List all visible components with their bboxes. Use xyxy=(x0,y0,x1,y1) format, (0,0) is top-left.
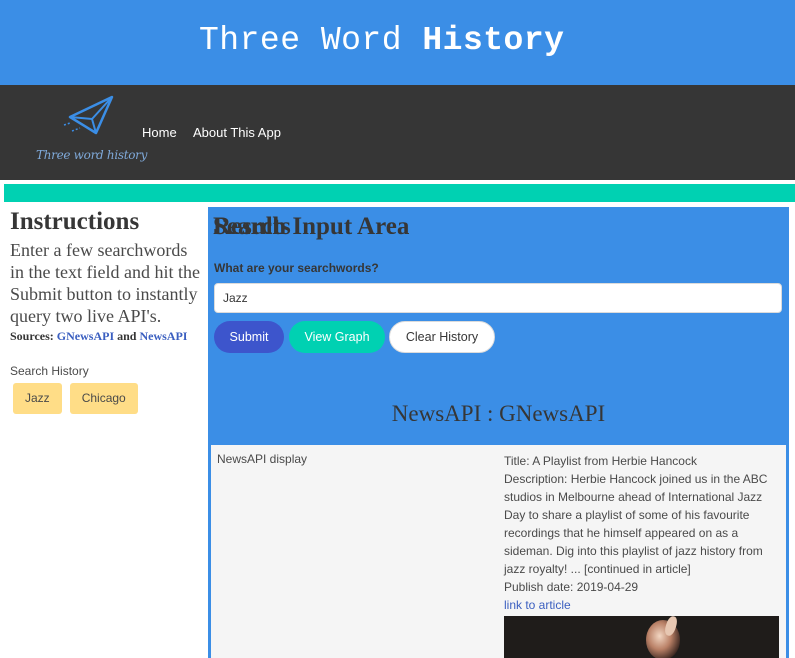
results-panel: NewsAPI display Title: A Playlist from H… xyxy=(211,445,786,658)
article-description: Description: Herbie Hancock joined us in… xyxy=(504,472,768,576)
nav-link-home[interactable]: Home xyxy=(142,125,177,140)
site-title-bold: History xyxy=(422,22,565,59)
submit-button[interactable]: Submit xyxy=(214,321,284,353)
search-input[interactable] xyxy=(214,283,782,313)
results-heading: Results xyxy=(213,213,291,240)
sources-label: Sources: xyxy=(10,329,54,343)
paper-plane-icon xyxy=(63,95,114,135)
sources-line: Sources: GNewsAPI and NewsAPI xyxy=(10,329,202,344)
article-image xyxy=(504,616,779,658)
article-card: Title: A Playlist from Herbie Hancock De… xyxy=(504,452,782,658)
logo[interactable]: Three word history xyxy=(34,95,147,170)
navbar: Three word history Home About This App xyxy=(0,85,795,180)
article-publish-date: Publish date: 2019-04-29 xyxy=(504,580,639,594)
sources-and: and xyxy=(117,329,137,343)
site-title: Three Word History xyxy=(199,22,564,59)
accent-divider xyxy=(4,184,795,202)
search-field-label: What are your searchwords? xyxy=(214,261,379,275)
instructions-heading: Instructions xyxy=(10,208,140,235)
sidebar: Instructions Enter a few searchwords in … xyxy=(10,207,202,414)
source-link-gnewsapi[interactable]: GNewsAPI xyxy=(57,329,114,343)
view-graph-button[interactable]: View Graph xyxy=(289,321,385,353)
article-title: Title: A Playlist from Herbie Hancock xyxy=(504,454,697,468)
search-panel: Search Input Area What are your searchwo… xyxy=(208,207,789,658)
newsapi-display-label: NewsAPI display xyxy=(217,452,308,466)
instructions-text: Enter a few searchwords in the text fiel… xyxy=(10,240,200,326)
history-tag-jazz[interactable]: Jazz xyxy=(13,383,62,414)
site-title-light: Three Word xyxy=(199,22,423,59)
search-history-label: Search History xyxy=(10,364,89,378)
history-tag-chicago[interactable]: Chicago xyxy=(69,383,138,414)
api-title: NewsAPI : GNewsAPI xyxy=(391,401,606,426)
article-link[interactable]: link to article xyxy=(504,598,571,612)
search-history-list: Jazz Chicago xyxy=(10,383,202,414)
logo-text: Three word history xyxy=(36,148,148,162)
nav-link-about[interactable]: About This App xyxy=(193,125,281,140)
source-link-newsapi[interactable]: NewsAPI xyxy=(139,329,187,343)
clear-history-button[interactable]: Clear History xyxy=(389,321,495,353)
site-banner: Three Word History xyxy=(0,0,795,85)
